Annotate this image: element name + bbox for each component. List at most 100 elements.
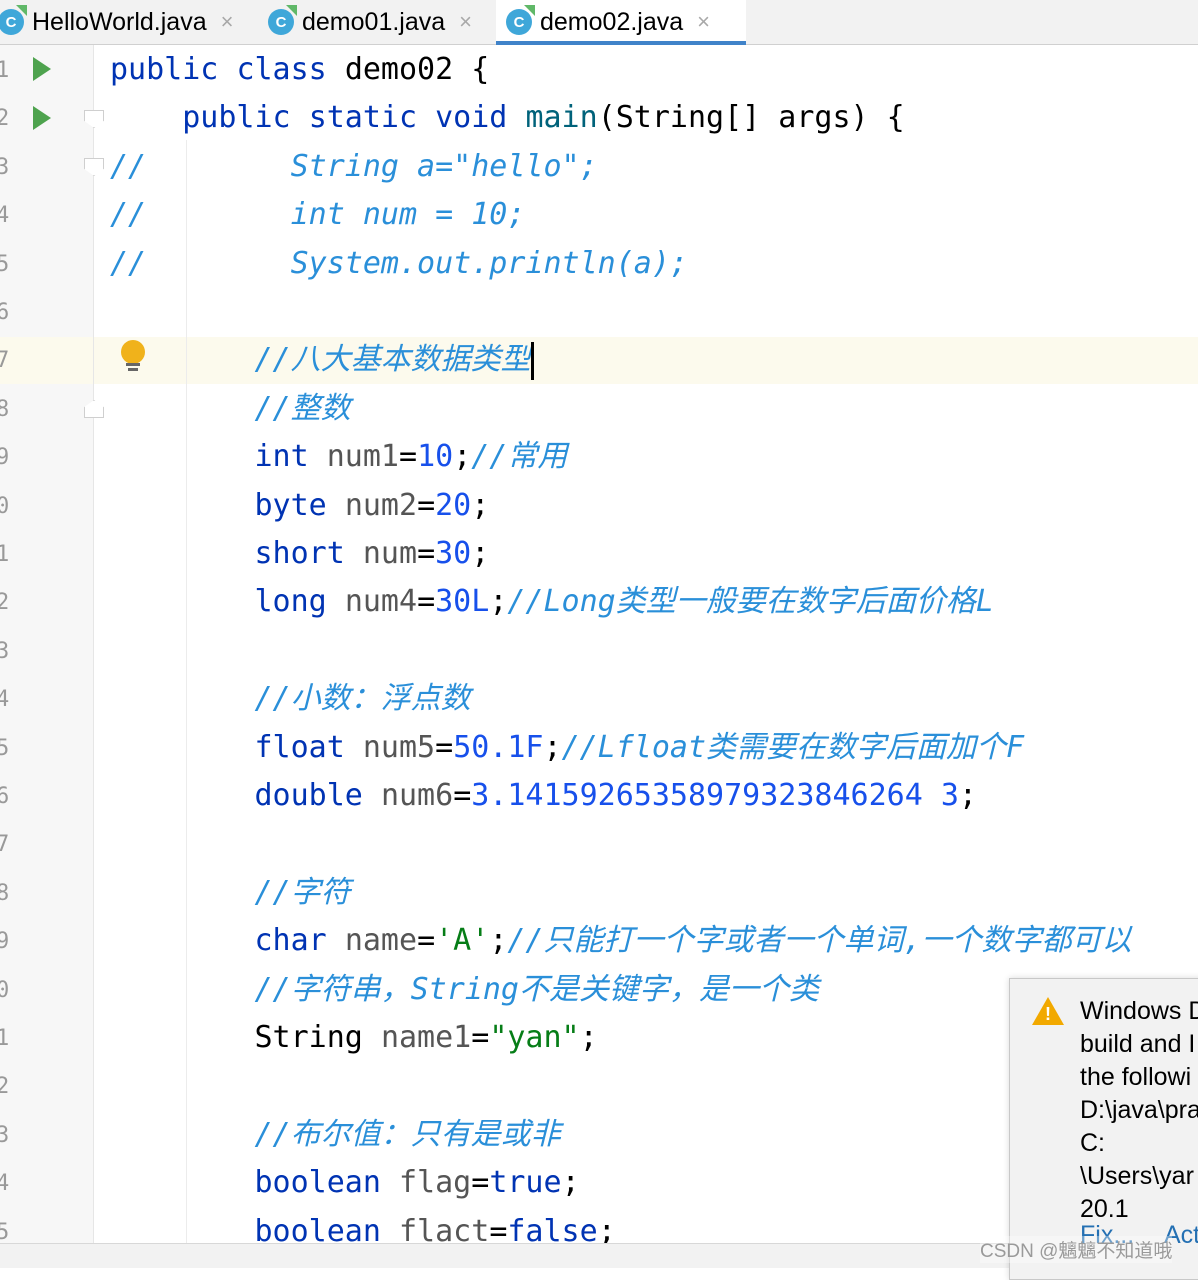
code-line[interactable]: double num6=3.14159265358979323846264 3;	[110, 772, 977, 820]
code-token: float	[254, 729, 363, 765]
code-line[interactable]: float num5=50.1F;//Lfloat类需要在数字后面加个F	[110, 724, 1025, 772]
notification-line: \Users\yar	[1080, 1162, 1194, 1190]
line-number: 4	[0, 203, 10, 229]
code-token: ;	[471, 536, 490, 571]
code-token: {	[471, 52, 490, 87]
code-token: //只能打一个字或者一个单词,一个数字都可以	[507, 923, 1132, 959]
code-token: //整数	[254, 390, 351, 426]
code-line[interactable]: //字符串，String不是关键字，是一个类	[110, 966, 820, 1014]
code-line[interactable]: // int num = 10;	[110, 191, 525, 239]
code-token: public	[110, 52, 237, 87]
code-token: boolean	[254, 1165, 399, 1201]
code-line[interactable]: public class demo02 {	[110, 46, 489, 94]
line-number: 3	[0, 154, 10, 180]
code-token: name	[344, 923, 418, 959]
code-token: // System.out.println(a);	[110, 245, 688, 281]
code-token: 'A'	[435, 923, 490, 959]
warning-mark: !	[1045, 1004, 1051, 1024]
code-token: //字符	[254, 874, 351, 910]
line-number: 1	[0, 542, 10, 567]
code-line[interactable]: int num1=10;//常用	[110, 433, 568, 481]
notification-line: C:	[1080, 1129, 1105, 1157]
line-number: 5	[0, 735, 10, 761]
code-token: //Lfloat类需要在数字后面加个F	[561, 729, 1025, 765]
code-token: static	[308, 100, 436, 136]
code-token: ;	[543, 729, 562, 765]
notification-line: build and I	[1080, 1030, 1196, 1058]
line-number: 1	[0, 1026, 10, 1051]
code-token: =	[417, 923, 436, 959]
java-class-icon: C	[268, 9, 294, 35]
code-token: ;	[453, 439, 472, 475]
code-token: char	[254, 923, 345, 959]
code-token: //布尔值：只有是或非	[254, 1116, 561, 1152]
close-icon[interactable]: ×	[221, 9, 234, 35]
line-number: 9	[0, 445, 10, 471]
line-number: 7	[0, 832, 10, 858]
line-number: 8	[0, 880, 10, 906]
code-line[interactable]: byte num2=20;	[110, 482, 490, 530]
code-line[interactable]: char name='A';//只能打一个字或者一个单词,一个数字都可以	[110, 917, 1132, 965]
code-line[interactable]: String name1="yan";	[110, 1014, 598, 1062]
code-token: int	[254, 439, 327, 475]
run-main-icon[interactable]	[33, 106, 51, 130]
code-line[interactable]: //八大基本数据类型	[110, 336, 534, 384]
code-line[interactable]: public static void main(String[] args) {	[110, 94, 904, 142]
tab-helloworld[interactable]: C HelloWorld.java ×	[0, 0, 243, 44]
code-line[interactable]: //小数：浮点数	[110, 675, 471, 723]
code-line[interactable]: //字符	[110, 869, 351, 917]
code-token: num	[362, 536, 418, 571]
line-number: 5	[0, 1219, 10, 1245]
close-icon[interactable]: ×	[697, 9, 710, 35]
close-icon[interactable]: ×	[459, 9, 472, 35]
code-token: "yan"	[489, 1020, 580, 1055]
code-token: =	[435, 729, 454, 765]
run-class-icon[interactable]	[33, 57, 51, 81]
notification-line: Windows D	[1080, 997, 1198, 1025]
notification-line: the followi	[1080, 1063, 1192, 1091]
java-class-icon: C	[506, 9, 532, 35]
tab-label: demo01.java	[302, 7, 446, 36]
line-number: 1	[0, 58, 10, 83]
code-token: num1	[326, 439, 399, 475]
notification-popup[interactable]: ! Windows D build and I the followi D:\j…	[1009, 978, 1198, 1280]
code-token: // int num = 10;	[110, 197, 526, 233]
code-token: void	[435, 100, 526, 136]
code-line[interactable]: //整数	[110, 385, 351, 433]
code-token: short	[254, 536, 363, 571]
code-token: //字符串，String不是关键字，是一个类	[254, 971, 820, 1007]
line-number: 6	[0, 784, 10, 809]
code-token: ;	[489, 923, 508, 959]
line-number: 4	[0, 1171, 10, 1197]
code-token: =	[471, 1020, 490, 1055]
code-token: =	[399, 439, 418, 475]
code-token: //小数：浮点数	[254, 681, 471, 717]
line-number: 8	[0, 396, 10, 422]
code-line[interactable]: long num4=30L;//Long类型一般要在数字后面价格L	[110, 578, 994, 626]
code-token: num6	[380, 778, 454, 813]
code-line[interactable]: //布尔值：只有是或非	[110, 1111, 561, 1159]
code-token: //八大基本数据类型	[254, 342, 531, 378]
tab-demo02[interactable]: C demo02.java ×	[496, 0, 746, 45]
code-line[interactable]: short num=30;	[110, 530, 490, 578]
line-number: 2	[0, 106, 10, 132]
line-number: 2	[0, 590, 10, 616]
line-number: 7	[0, 348, 10, 374]
code-line[interactable]: boolean flag=true;	[110, 1159, 580, 1207]
code-token: main	[525, 100, 598, 136]
gutter-caret-row-highlight	[0, 337, 93, 384]
code-line[interactable]: // String a="hello";	[110, 143, 598, 191]
code-token: String	[254, 1020, 381, 1055]
tab-demo01[interactable]: C demo01.java ×	[258, 0, 482, 44]
code-token: true	[489, 1165, 562, 1201]
editor-gutter	[0, 45, 94, 1244]
line-number: 6	[0, 300, 10, 325]
code-line[interactable]: // System.out.println(a);	[110, 240, 688, 288]
